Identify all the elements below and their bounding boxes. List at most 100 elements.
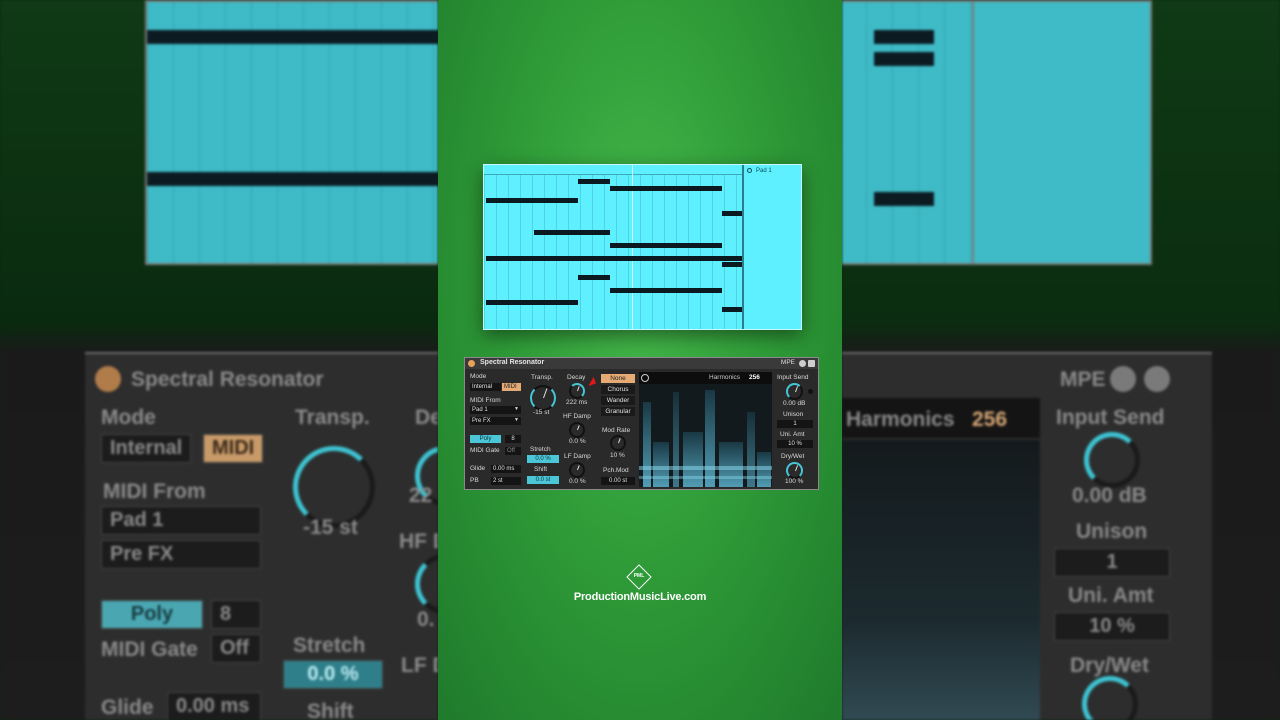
chevron-down-icon[interactable]: ▼ (514, 406, 519, 412)
transp-value: -15 st (533, 409, 550, 416)
stretch-label: Stretch (530, 446, 551, 453)
bg-device-panel-right: MPE Harmonics 256 Input Send 0.00 dB Uni… (842, 352, 1212, 720)
bg-shift: Shift (307, 700, 354, 720)
clip-slot[interactable]: Pad 1 (744, 165, 801, 329)
bg-clip-slot (972, 0, 1152, 265)
bg-device-panel: Spectral Resonator Mode Internal MIDI MI… (85, 352, 438, 720)
midi-note[interactable] (722, 262, 742, 267)
midi-note[interactable] (610, 186, 722, 191)
bg-harmonics: Harmonics (846, 408, 955, 431)
harmonics-value[interactable]: 256 (749, 374, 760, 381)
logo-mark-text: PML (633, 573, 645, 579)
unison-field[interactable]: 1 (777, 420, 813, 428)
background-left-blur: Spectral Resonator Mode Internal MIDI MI… (0, 0, 438, 720)
glide-label: Glide (470, 465, 486, 472)
mod-mode-granular[interactable]: Granular (601, 407, 635, 416)
midi-note[interactable] (486, 256, 742, 261)
midi-note[interactable] (486, 198, 578, 203)
shift-label: Shift (534, 466, 548, 473)
dry-wet-knob[interactable] (786, 462, 803, 479)
midi-note[interactable] (722, 211, 742, 216)
mpe-toggle[interactable]: MPE (781, 359, 795, 366)
glide-field[interactable]: 0.00 ms (491, 465, 521, 473)
lf-damp-knob[interactable] (569, 462, 585, 478)
mod-mode-wander[interactable]: Wander (601, 396, 635, 405)
hf-damp-value: 0.0 % (569, 438, 586, 445)
hf-damp-knob[interactable] (569, 422, 585, 438)
bg-input-knob (1084, 432, 1140, 488)
bg-title: Spectral Resonator (131, 368, 324, 391)
transp-label: Transp. (531, 374, 553, 381)
play-icon[interactable] (641, 374, 649, 382)
midi-clip[interactable]: Pad 1 (483, 164, 802, 330)
clip-play-icon[interactable] (747, 168, 752, 173)
bg-uni-amt-val: 10 % (1054, 612, 1170, 641)
bg-dry-wet-knob (1082, 676, 1138, 720)
bg-transp-val: -15 st (303, 516, 358, 539)
pad-label: Pad 1 (756, 168, 772, 174)
chevron-down-icon[interactable]: ▼ (514, 417, 519, 423)
input-send-label: Input Send (777, 374, 809, 381)
dry-wet-value: 100 % (785, 478, 804, 485)
poly-button[interactable]: Poly (470, 435, 501, 443)
bg-spectrogram (842, 440, 1040, 720)
bg-input-send-val: 0.00 dB (1072, 484, 1147, 507)
bg-midi-clip (145, 0, 438, 265)
mod-rate-knob[interactable] (610, 435, 626, 451)
bg-off: Off (211, 634, 261, 663)
mod-rate-value: 10 % (610, 452, 625, 459)
lf-damp-label: LF Damp (564, 453, 591, 460)
bg-hf-val-partial: 0. (417, 608, 435, 631)
cycle-icon[interactable] (799, 360, 806, 367)
midi-note[interactable] (610, 288, 722, 293)
device-title: Spectral Resonator (480, 359, 545, 366)
pb-field[interactable]: 2 st (491, 477, 521, 485)
stretch-field[interactable]: 0.0 % (527, 455, 559, 463)
bg-pad1: Pad 1 (101, 506, 261, 535)
bg-harmonics-val: 256 (972, 408, 1008, 431)
midi-note[interactable] (578, 179, 610, 184)
midi-note[interactable] (578, 275, 610, 280)
bg-glide: Glide (101, 696, 154, 719)
bg-stretch-val: 0.0 % (283, 660, 383, 689)
bg-midi-gate: MIDI Gate (101, 638, 198, 661)
poly-voices-field[interactable]: 8 (505, 435, 521, 443)
bg-decay-partial: De (415, 406, 438, 429)
midi-note[interactable] (722, 307, 742, 312)
midi-note[interactable] (486, 300, 578, 305)
mode-midi-button[interactable]: MIDI (502, 383, 521, 391)
decay-knob[interactable] (569, 383, 585, 399)
bg-decay-val-partial: 22 (409, 484, 433, 507)
bg-hf-knob (415, 554, 438, 614)
pch-mod-label: Pch.Mod (603, 467, 629, 474)
center-panel: Pad 1 Spectral Resonator MPE Mode Intern… (438, 0, 842, 720)
bg-transp: Transp. (295, 406, 370, 429)
mode-internal-button[interactable]: Internal (470, 383, 501, 391)
pch-mod-field[interactable]: 0.00 st (601, 477, 635, 485)
midi-gate-toggle[interactable]: Off (505, 447, 521, 455)
sidechain-led-icon[interactable] (808, 389, 813, 394)
bg-hf-partial: HF D (399, 530, 438, 553)
midi-note[interactable] (610, 243, 722, 248)
decay-label: Decay (567, 374, 586, 381)
hf-damp-label: HF Damp (563, 413, 591, 420)
save-icon[interactable] (808, 360, 815, 367)
shift-field[interactable]: 0.0 st (527, 476, 559, 484)
mod-mode-none[interactable]: None (601, 374, 635, 383)
bg-stretch: Stretch (293, 634, 366, 657)
midi-note[interactable] (534, 230, 610, 235)
bg-dry-wet: Dry/Wet (1070, 654, 1149, 677)
device-header: Spectral Resonator MPE (465, 358, 818, 369)
bg-internal: Internal (101, 434, 192, 463)
bg-midi: MIDI (203, 434, 264, 463)
bg-lf-partial: LF D (401, 654, 438, 677)
spectral-resonator-device: Spectral Resonator MPE Mode Internal MID… (464, 357, 819, 490)
transp-knob[interactable] (530, 385, 556, 411)
bg-input-send: Input Send (1056, 406, 1165, 429)
mod-mode-chorus[interactable]: Chorus (601, 385, 635, 394)
power-icon[interactable] (468, 360, 475, 367)
uni-amt-field[interactable]: 10 % (777, 440, 813, 448)
bg-prefx: Pre FX (101, 540, 261, 569)
midi-from-label: MIDI From (470, 397, 501, 404)
input-send-knob[interactable] (786, 383, 803, 400)
